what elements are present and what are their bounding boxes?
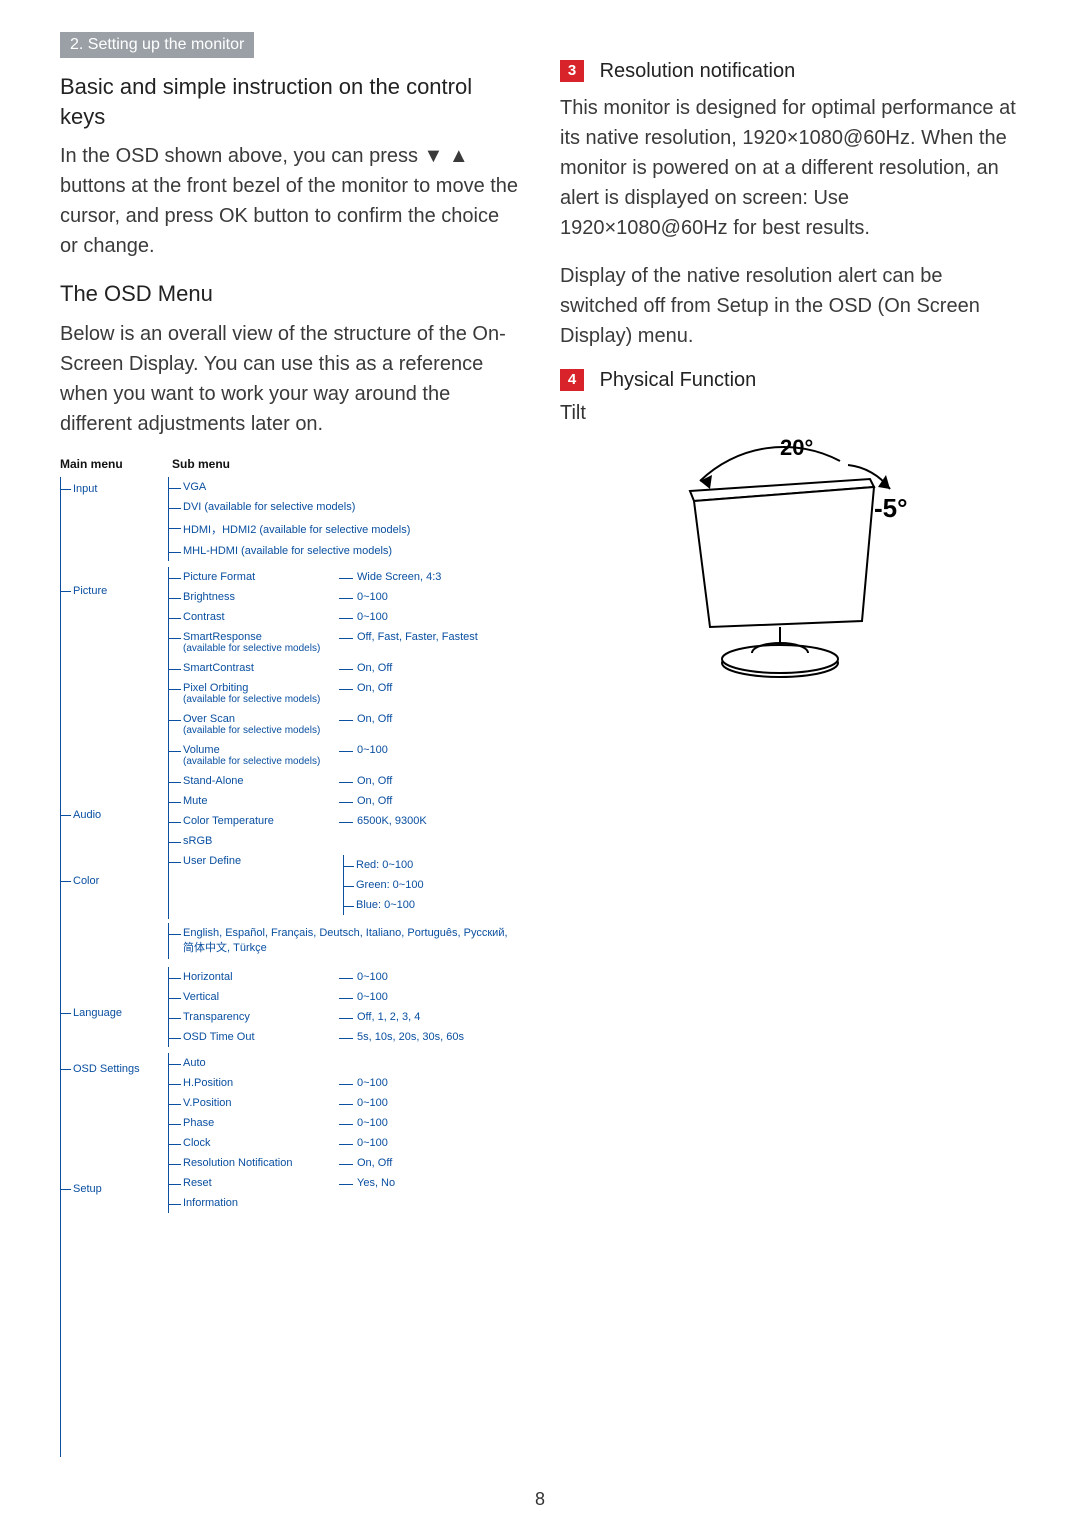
tilt-svg-icon: 20° -5° <box>630 431 950 691</box>
chapter-tab: 2. Setting up the monitor <box>60 32 254 58</box>
numbered-box-3: 3 <box>560 60 584 82</box>
sub-item: Brightness <box>183 591 339 603</box>
sub-input: VGA DVI (available for selective models)… <box>168 477 520 561</box>
sub-item: Auto <box>183 1057 339 1069</box>
osd-column-headers: Main menu Sub menu <box>60 457 520 471</box>
section-4-heading: Physical Function <box>600 369 757 391</box>
sub-value: On, Off <box>339 795 520 807</box>
sub-value: On, Off <box>339 682 520 694</box>
sub-item: Mute <box>183 795 339 807</box>
sub-item: User Define <box>183 855 339 867</box>
section-4-title: 4 Physical Function <box>560 369 1020 392</box>
sub-value: Blue: 0~100 <box>356 895 424 915</box>
sub-value: 0~100 <box>339 991 520 1003</box>
paragraph-osd-menu: Below is an overall view of the structur… <box>60 319 520 439</box>
main-color: Color <box>73 869 168 893</box>
section-3-para-a: This monitor is designed for optimal per… <box>560 93 1020 243</box>
sub-item: MHL-HDMI (available for selective models… <box>183 545 398 557</box>
sub-value: 0~100 <box>339 1137 520 1149</box>
tilt-label: Tilt <box>560 402 1020 425</box>
sub-item: Transparency <box>183 1011 339 1023</box>
paragraph-basic: In the OSD shown above, you can press ▼ … <box>60 141 520 261</box>
sub-item: Information <box>183 1197 339 1209</box>
sub-item: Resolution Notification <box>183 1157 339 1169</box>
sub-value: On, Off <box>339 1157 520 1169</box>
sub-item: V.Position <box>183 1097 339 1109</box>
sub-value: Yes, No <box>339 1177 520 1189</box>
sub-item: Phase <box>183 1117 339 1129</box>
sub-item: SmartResponse(available for selective mo… <box>183 631 339 654</box>
main-setup: Setup <box>73 1177 168 1201</box>
sub-color: Color Temperature6500K, 9300K sRGB User … <box>168 811 520 919</box>
sub-item: Stand-Alone <box>183 775 339 787</box>
section-3-para-b: Display of the native resolution alert c… <box>560 261 1020 351</box>
sub-item: Horizontal <box>183 971 339 983</box>
sub-item: sRGB <box>183 835 339 847</box>
sub-language: English, Español, Français, Deutsch, Ita… <box>168 923 520 959</box>
sub-item: Reset <box>183 1177 339 1189</box>
sub-value: Red: 0~100 <box>356 855 424 875</box>
sub-picture: Picture FormatWide Screen, 4:3 Brightnes… <box>168 567 520 740</box>
sub-value: Wide Screen, 4:3 <box>339 571 520 583</box>
sub-item: Over Scan(available for selective models… <box>183 713 339 736</box>
osd-header-main: Main menu <box>60 457 172 471</box>
main-picture: Picture <box>73 579 168 603</box>
sub-value: Off, Fast, Faster, Fastest <box>339 631 520 643</box>
sub-setup: Auto H.Position0~100 V.Position0~100 Pha… <box>168 1053 520 1213</box>
sub-item: English, Español, Français, Deutsch, Ita… <box>183 927 520 955</box>
sub-value: 0~100 <box>339 1117 520 1129</box>
sub-value: 0~100 <box>339 971 520 983</box>
sub-value-group: Red: 0~100 Green: 0~100 Blue: 0~100 <box>343 855 424 915</box>
sub-item: VGA <box>183 481 212 493</box>
sub-value: Off, 1, 2, 3, 4 <box>339 1011 520 1023</box>
angle-20: 20° <box>780 435 813 460</box>
sub-value: 0~100 <box>339 1077 520 1089</box>
sub-value: 0~100 <box>339 1097 520 1109</box>
sub-item: Clock <box>183 1137 339 1149</box>
sub-value: 6500K, 9300K <box>339 815 520 827</box>
sub-item: DVI (available for selective models) <box>183 501 361 513</box>
sub-item: Vertical <box>183 991 339 1003</box>
sub-audio: Volume(available for selective models)0~… <box>168 740 520 811</box>
sub-value: Green: 0~100 <box>356 875 424 895</box>
osd-header-sub: Sub menu <box>172 457 230 471</box>
sub-value: 0~100 <box>339 744 520 756</box>
sub-value: 0~100 <box>339 591 520 603</box>
tilt-figure: 20° -5° <box>630 431 950 696</box>
section-3-title: 3 Resolution notification <box>560 60 1020 83</box>
sub-value: On, Off <box>339 775 520 787</box>
heading-osd-menu: The OSD Menu <box>60 279 520 309</box>
sub-value: On, Off <box>339 662 520 674</box>
sub-item: Contrast <box>183 611 339 623</box>
sub-item: OSD Time Out <box>183 1031 339 1043</box>
main-language: Language <box>73 1001 168 1025</box>
sub-item: Pixel Orbiting(available for selective m… <box>183 682 339 705</box>
heading-basic: Basic and simple instruction on the cont… <box>60 72 520 131</box>
sub-item: SmartContrast <box>183 662 339 674</box>
sub-item: Picture Format <box>183 571 339 583</box>
numbered-box-4: 4 <box>560 369 584 391</box>
sub-value: 5s, 10s, 20s, 30s, 60s <box>339 1031 520 1043</box>
sub-value: 0~100 <box>339 611 520 623</box>
section-3-heading: Resolution notification <box>600 60 796 82</box>
main-osd-settings: OSD Settings <box>73 1057 168 1081</box>
sub-item: Color Temperature <box>183 815 339 827</box>
page-number: 8 <box>0 1489 1080 1510</box>
main-input: Input <box>73 477 168 501</box>
angle-minus5: -5° <box>874 493 908 523</box>
sub-item: H.Position <box>183 1077 339 1089</box>
sub-value: On, Off <box>339 713 520 725</box>
sub-osd-settings: Horizontal0~100 Vertical0~100 Transparen… <box>168 967 520 1047</box>
main-audio: Audio <box>73 803 168 827</box>
osd-tree: Input Picture Audio Color Language OSD S… <box>60 477 520 1457</box>
sub-item: HDMI，HDMI2 (available for selective mode… <box>183 521 416 537</box>
sub-item: Volume(available for selective models) <box>183 744 339 767</box>
